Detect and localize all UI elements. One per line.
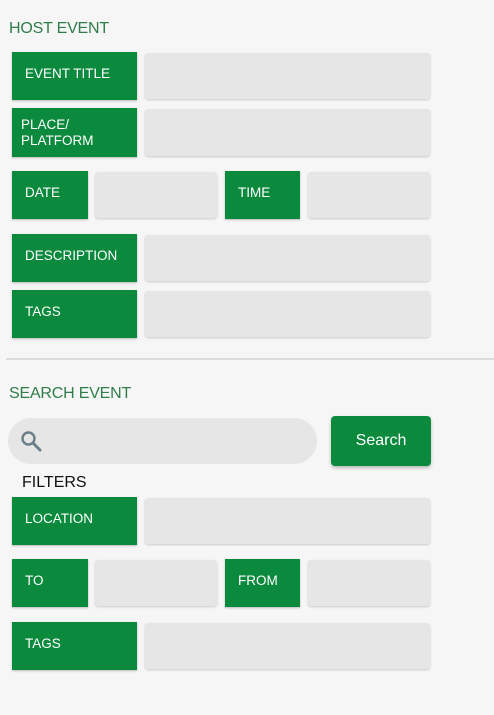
time-field[interactable] [308, 172, 430, 218]
filter-tags-field[interactable] [145, 623, 430, 669]
place-platform-label: PLACE/ PLATFORM [12, 108, 137, 157]
to-field[interactable] [95, 560, 217, 606]
location-field[interactable] [145, 498, 430, 544]
event-title-field[interactable] [145, 53, 430, 99]
description-label: DESCRIPTION [12, 234, 137, 282]
tags-field[interactable] [145, 291, 430, 337]
host-event-title: HOST EVENT [9, 20, 109, 37]
tags-label: TAGS [12, 290, 137, 338]
date-label: DATE [12, 171, 88, 219]
date-field[interactable] [95, 172, 217, 218]
location-label: LOCATION [12, 497, 137, 545]
filters-title: FILTERS [22, 474, 87, 491]
event-title-label: EVENT TITLE [12, 52, 137, 100]
search-button[interactable]: Search [331, 416, 431, 466]
to-label: TO [12, 559, 88, 607]
section-divider [6, 358, 494, 360]
search-input[interactable] [52, 418, 311, 466]
search-event-title: SEARCH EVENT [9, 385, 132, 402]
from-field[interactable] [308, 560, 430, 606]
place-platform-field[interactable] [145, 109, 430, 156]
time-label: TIME [225, 171, 300, 219]
from-label: FROM [225, 559, 300, 607]
search-bar[interactable] [8, 418, 317, 466]
search-icon [19, 429, 43, 453]
description-field[interactable] [145, 235, 430, 281]
filter-tags-label: TAGS [12, 622, 137, 670]
